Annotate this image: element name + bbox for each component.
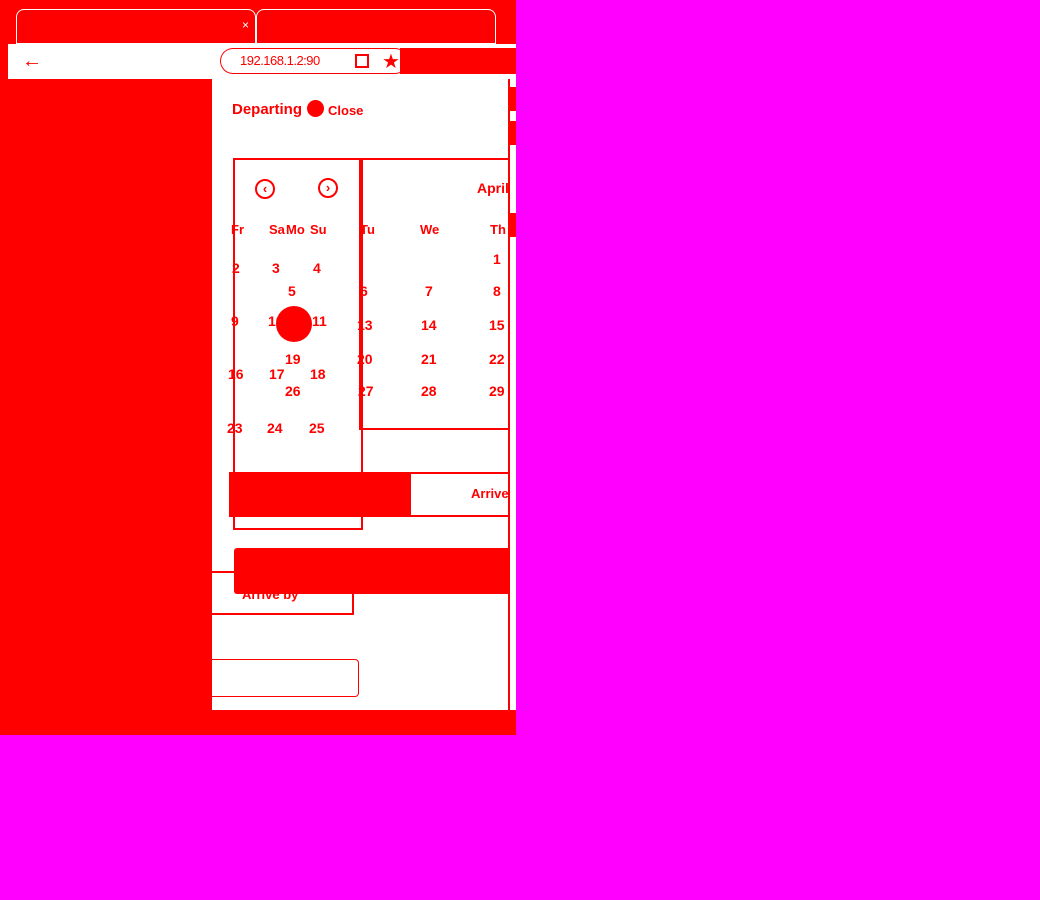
month-title: April — [477, 180, 509, 196]
date-picker-panel: Departing Close ‹ › April Fr Sa Mo Su Tu… — [212, 79, 516, 710]
address-bar: ← 192.168.1.2:90 ★ — [8, 44, 516, 79]
browser-tab-active[interactable]: × — [16, 9, 256, 44]
calendar-day[interactable]: 24 — [267, 420, 283, 436]
calendar-day[interactable]: 29 — [489, 383, 505, 399]
calendar-day[interactable]: 25 — [309, 420, 325, 436]
weekday-label: We — [420, 222, 440, 237]
calendar-day[interactable]: 21 — [421, 351, 437, 367]
calendar-day[interactable]: 18 — [310, 366, 326, 382]
back-arrow-icon[interactable]: ← — [22, 50, 42, 72]
sidebar — [0, 79, 212, 735]
calendar-day[interactable]: 5 — [288, 283, 296, 299]
side-rail — [508, 79, 516, 710]
calendar-day[interactable]: 17 — [269, 366, 285, 382]
panel-heading: Departing — [232, 101, 303, 118]
qr-code-icon[interactable] — [355, 54, 369, 68]
tab-close-icon[interactable]: × — [242, 18, 249, 32]
calendar-day[interactable]: 8 — [493, 283, 501, 299]
calendar-day[interactable]: 3 — [272, 260, 280, 276]
calendar-day[interactable]: 20 — [357, 351, 373, 367]
calendar-day[interactable]: 4 — [313, 260, 321, 276]
calendar-day[interactable]: 27 — [358, 383, 374, 399]
next-month-icon[interactable]: › — [318, 178, 338, 198]
bottom-input[interactable] — [212, 659, 359, 697]
rail-segment — [510, 213, 516, 237]
calendar-day[interactable]: 23 — [227, 420, 243, 436]
depart-option[interactable] — [231, 474, 411, 515]
rail-segment — [510, 121, 516, 145]
browser-tab[interactable] — [256, 9, 496, 44]
calendar-day[interactable]: 26 — [285, 383, 301, 399]
bookmark-star-icon[interactable]: ★ — [382, 49, 400, 74]
browser-window: × ← 192.168.1.2:90 ★ Departing Close ‹ ›… — [0, 0, 516, 735]
close-dot-icon[interactable] — [307, 100, 324, 117]
toolbar-region — [400, 48, 516, 74]
calendar-day[interactable]: 14 — [421, 317, 437, 333]
weekday-label: Su — [310, 222, 327, 237]
primary-action-bar[interactable] — [234, 548, 516, 594]
calendar-day[interactable]: 22 — [489, 351, 505, 367]
weekday-label: Tu — [360, 222, 375, 237]
calendar-day[interactable]: 11 — [312, 313, 327, 329]
calendar-day[interactable]: 19 — [285, 351, 301, 367]
calendar-day[interactable]: 13 — [357, 317, 373, 333]
rail-segment — [510, 87, 516, 111]
calendar-day[interactable]: 2 — [232, 260, 240, 276]
calendar-day[interactable]: 6 — [360, 283, 368, 299]
calendar-day-selected[interactable]: 10 — [268, 313, 284, 329]
calendar-day[interactable]: 1 — [493, 251, 501, 267]
weekday-label: Fr — [231, 222, 244, 237]
url-field[interactable]: 192.168.1.2:90 ★ — [220, 48, 408, 74]
calendar-day[interactable]: 15 — [489, 317, 505, 333]
depart-arrive-toggle: Arrive I — [229, 472, 516, 517]
weekday-label: Sa — [269, 222, 285, 237]
url-text: 192.168.1.2:90 — [240, 53, 320, 68]
calendar-day[interactable]: 7 — [425, 283, 433, 299]
calendar-day[interactable]: 16 — [228, 366, 244, 382]
weekday-label: Mo — [286, 222, 305, 237]
prev-month-icon[interactable]: ‹ — [255, 179, 275, 199]
calendar-day[interactable]: 9 — [231, 313, 239, 329]
calendar-day[interactable]: 28 — [421, 383, 437, 399]
weekday-label: Th — [490, 222, 506, 237]
close-button[interactable]: Close — [328, 103, 363, 118]
